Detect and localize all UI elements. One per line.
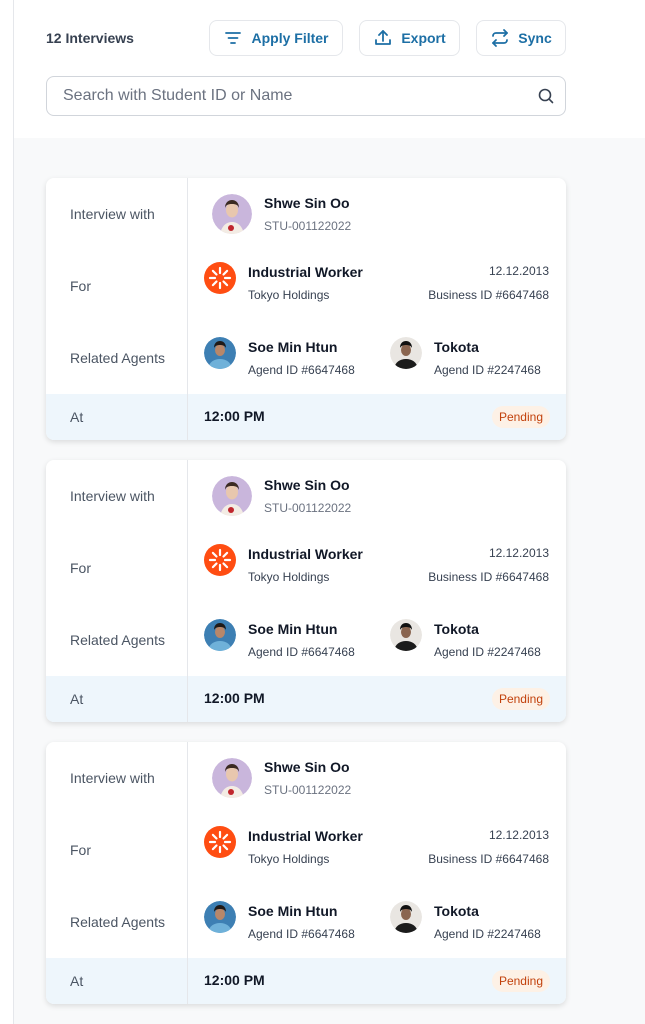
interview-time: 12:00 PM bbox=[204, 690, 265, 706]
business-id: Business ID #6647468 bbox=[428, 570, 549, 584]
sunburst-logo-icon bbox=[204, 262, 236, 294]
company-name: Tokyo Holdings bbox=[248, 852, 330, 866]
agent-name[interactable]: Tokota bbox=[434, 621, 479, 637]
job-title[interactable]: Industrial Worker bbox=[248, 546, 363, 562]
agent-avatar[interactable] bbox=[204, 337, 236, 369]
agent-id: Agend ID #2247468 bbox=[434, 927, 541, 941]
apply-filter-label: Apply Filter bbox=[251, 30, 329, 46]
student-avatar-icon bbox=[212, 758, 252, 798]
agent-id: Agend ID #6647468 bbox=[248, 645, 355, 659]
student-id: STU-001122022 bbox=[264, 501, 352, 515]
export-label: Export bbox=[401, 30, 446, 46]
related-agents-label: Related Agents bbox=[70, 914, 165, 930]
agent-id: Agend ID #2247468 bbox=[434, 363, 541, 377]
job-date: 12.12.2013 bbox=[488, 828, 549, 842]
agent-name[interactable]: Tokota bbox=[434, 339, 479, 355]
schedule-row bbox=[46, 676, 566, 722]
card-column-divider bbox=[187, 460, 188, 722]
agent-avatar-icon bbox=[204, 337, 236, 369]
for-label: For bbox=[70, 278, 91, 294]
job-date: 12.12.2013 bbox=[488, 264, 549, 278]
sync-button[interactable]: Sync bbox=[476, 20, 566, 56]
agent-avatar[interactable] bbox=[390, 337, 422, 369]
sunburst-logo-icon bbox=[204, 544, 236, 576]
company-logo bbox=[204, 826, 236, 858]
student-name[interactable]: Shwe Sin Oo bbox=[264, 477, 350, 493]
agent-avatar[interactable] bbox=[204, 901, 236, 933]
agent-name[interactable]: Soe Min Htun bbox=[248, 339, 337, 355]
company-logo bbox=[204, 544, 236, 576]
job-date: 12.12.2013 bbox=[488, 546, 549, 560]
agent-avatar-icon bbox=[390, 337, 422, 369]
agent-name[interactable]: Soe Min Htun bbox=[248, 621, 337, 637]
business-id: Business ID #6647468 bbox=[428, 288, 549, 302]
interview-card[interactable]: Interview with For Related Agents At Shw… bbox=[46, 742, 566, 1004]
company-name: Tokyo Holdings bbox=[248, 570, 330, 584]
company-logo bbox=[204, 262, 236, 294]
agent-name[interactable]: Soe Min Htun bbox=[248, 903, 337, 919]
status-badge: Pending bbox=[491, 970, 550, 992]
agent-avatar-icon bbox=[204, 619, 236, 651]
agent-avatar[interactable] bbox=[390, 619, 422, 651]
agent-avatar[interactable] bbox=[390, 901, 422, 933]
search-icon[interactable] bbox=[537, 87, 555, 105]
student-avatar[interactable] bbox=[212, 194, 252, 234]
upload-icon bbox=[375, 30, 392, 45]
agent-avatar-icon bbox=[390, 619, 422, 651]
student-avatar[interactable] bbox=[212, 476, 252, 516]
job-title[interactable]: Industrial Worker bbox=[248, 828, 363, 844]
schedule-row bbox=[46, 394, 566, 440]
agent-avatar-icon bbox=[204, 901, 236, 933]
status-badge: Pending bbox=[491, 406, 550, 428]
agent-id: Agend ID #2247468 bbox=[434, 645, 541, 659]
interview-with-label: Interview with bbox=[70, 770, 155, 786]
related-agents-label: Related Agents bbox=[70, 632, 165, 648]
card-column-divider bbox=[187, 178, 188, 440]
student-id: STU-001122022 bbox=[264, 219, 352, 233]
export-button[interactable]: Export bbox=[359, 20, 460, 56]
company-name: Tokyo Holdings bbox=[248, 288, 330, 302]
sunburst-logo-icon bbox=[204, 826, 236, 858]
job-title[interactable]: Industrial Worker bbox=[248, 264, 363, 280]
filter-icon bbox=[225, 32, 242, 44]
interview-with-label: Interview with bbox=[70, 206, 155, 222]
sync-label: Sync bbox=[518, 30, 552, 46]
business-id: Business ID #6647468 bbox=[428, 852, 549, 866]
agent-id: Agend ID #6647468 bbox=[248, 363, 355, 377]
search-bar bbox=[46, 76, 566, 116]
for-label: For bbox=[70, 842, 91, 858]
interview-time: 12:00 PM bbox=[204, 408, 265, 424]
schedule-row bbox=[46, 958, 566, 1004]
interview-time: 12:00 PM bbox=[204, 972, 265, 988]
related-agents-label: Related Agents bbox=[70, 350, 165, 366]
status-badge: Pending bbox=[491, 688, 550, 710]
student-avatar[interactable] bbox=[212, 758, 252, 798]
card-column-divider bbox=[187, 742, 188, 1004]
interview-card[interactable]: Interview with For Related Agents At Shw… bbox=[46, 460, 566, 722]
interview-card[interactable]: Interview with For Related Agents At Shw… bbox=[46, 178, 566, 440]
student-avatar-icon bbox=[212, 476, 252, 516]
at-label: At bbox=[70, 691, 84, 707]
at-label: At bbox=[70, 973, 84, 989]
sync-icon bbox=[492, 29, 509, 47]
student-name[interactable]: Shwe Sin Oo bbox=[264, 195, 350, 211]
for-label: For bbox=[70, 560, 91, 576]
student-avatar-icon bbox=[212, 194, 252, 234]
at-label: At bbox=[70, 409, 84, 425]
agent-name[interactable]: Tokota bbox=[434, 903, 479, 919]
student-name[interactable]: Shwe Sin Oo bbox=[264, 759, 350, 775]
agent-avatar-icon bbox=[390, 901, 422, 933]
interview-with-label: Interview with bbox=[70, 488, 155, 504]
interview-count: 12 Interviews bbox=[46, 30, 134, 46]
search-input[interactable] bbox=[63, 77, 523, 115]
student-id: STU-001122022 bbox=[264, 783, 352, 797]
agent-avatar[interactable] bbox=[204, 619, 236, 651]
apply-filter-button[interactable]: Apply Filter bbox=[209, 20, 343, 56]
agent-id: Agend ID #6647468 bbox=[248, 927, 355, 941]
interviews-toolbar: 12 Interviews Apply Filter Export Sync bbox=[46, 20, 566, 56]
